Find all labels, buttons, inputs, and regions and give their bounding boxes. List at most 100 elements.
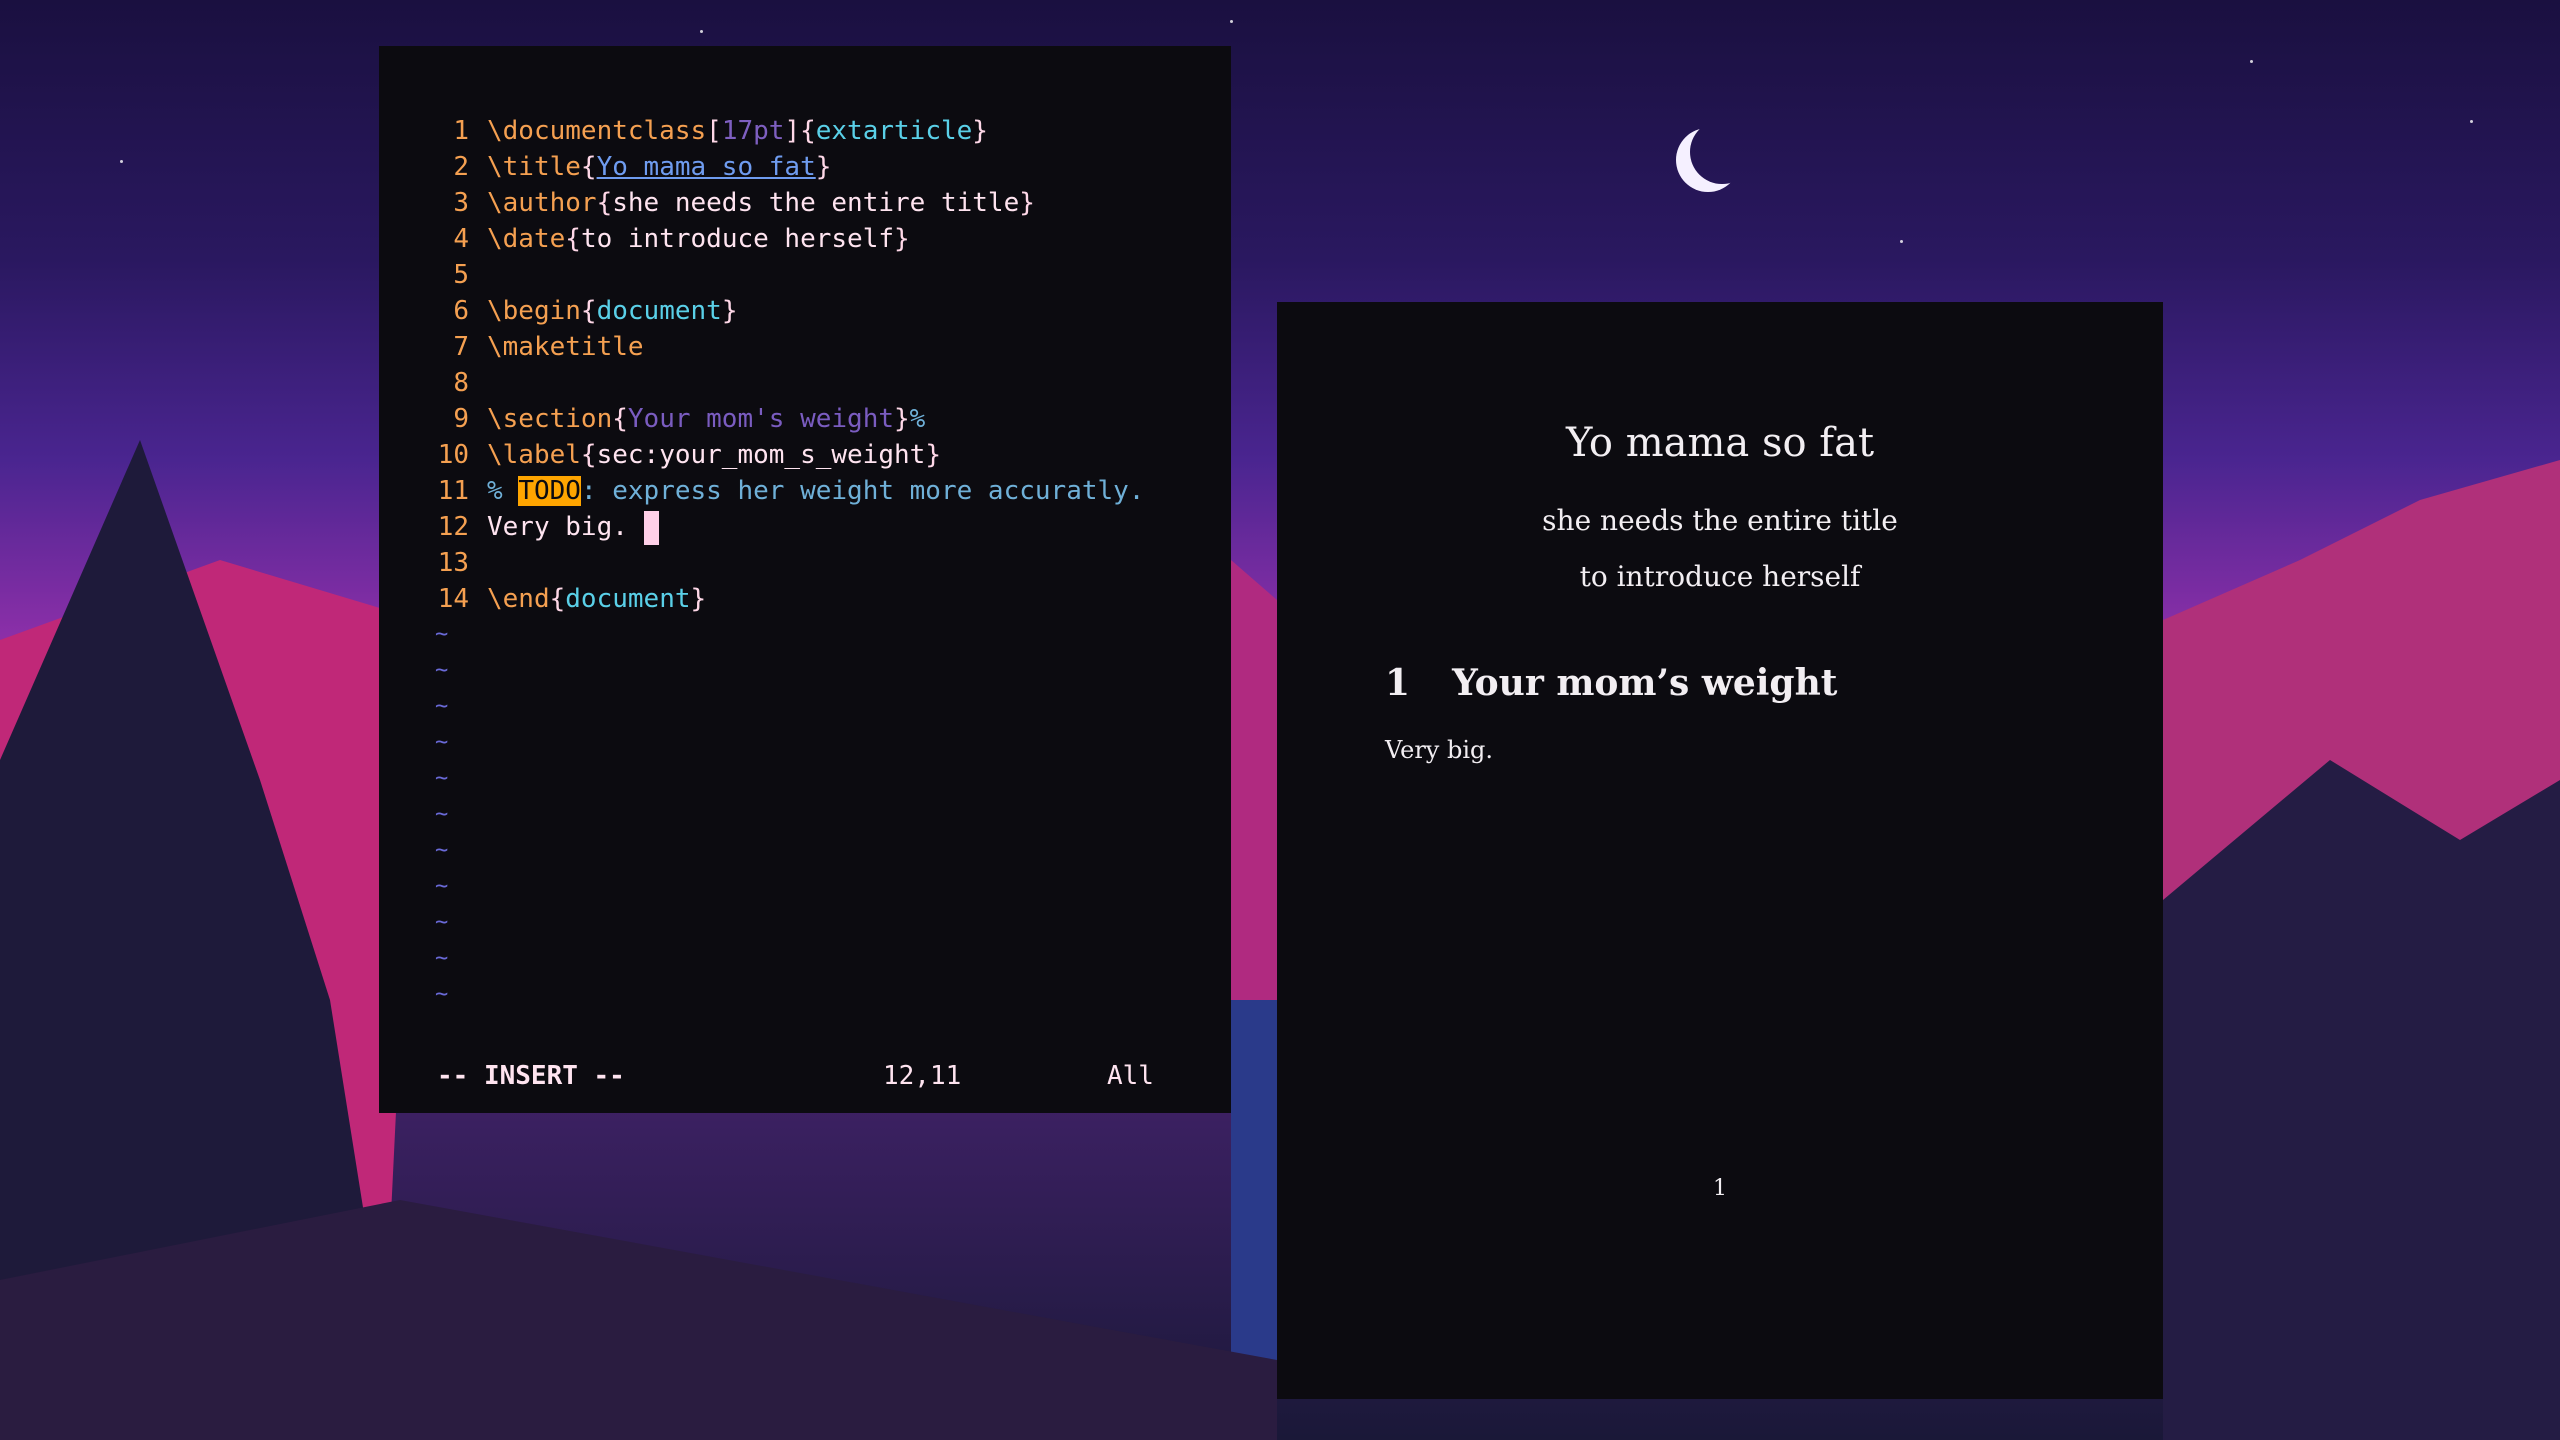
token-title: Yo mama so fat	[596, 152, 816, 182]
line-number: 1	[453, 116, 469, 146]
token-sec: Your mom's weight	[627, 404, 894, 434]
line-number: 11	[437, 476, 469, 506]
token-cmd: \end	[487, 584, 550, 614]
pdf-preview-window[interactable]: Yo mama so fat she needs the entire titl…	[1277, 302, 2163, 1399]
empty-line-tilde: ~	[435, 946, 449, 971]
token-brace: {	[549, 584, 566, 614]
line-number: 10	[437, 440, 469, 470]
code-line[interactable]: 9 \section{Your mom's weight}%	[379, 401, 1231, 437]
token-brace: {	[612, 404, 628, 434]
line-number: 14	[437, 584, 469, 614]
line-content: \begin{document}	[487, 293, 737, 329]
code-line[interactable]: 3 \author{she needs the entire title}	[379, 185, 1231, 221]
token-cmd: \section	[487, 404, 613, 434]
token-brace: {	[565, 224, 581, 254]
line-content: \documentclass[17pt]{extarticle}	[487, 113, 988, 149]
token-brace: [	[706, 116, 722, 146]
code-line[interactable]: 12 Very big.	[379, 509, 1231, 545]
token-brace: {	[596, 188, 613, 218]
code-line[interactable]: 2 \title{Yo mama so fat}	[379, 149, 1231, 185]
token-opt: 17pt	[721, 116, 785, 146]
empty-line-tilde: ~	[435, 910, 449, 935]
token-cmd: \begin	[487, 296, 581, 326]
code-line[interactable]: 7 \maketitle	[379, 329, 1231, 365]
code-line[interactable]: 4 \date{to introduce herself}	[379, 221, 1231, 257]
line-number: 3	[453, 188, 469, 218]
line-content: \title{Yo mama so fat}	[487, 149, 831, 185]
token-brace: }	[972, 116, 988, 146]
empty-line-tilde: ~	[435, 730, 449, 755]
line-content: \author{she needs the entire title}	[487, 185, 1035, 221]
todo-highlight: TODO	[518, 476, 581, 506]
line-number: 13	[437, 548, 469, 578]
code-line[interactable]: 6 \begin{document}	[379, 293, 1231, 329]
empty-line-tilde: ~	[435, 658, 449, 683]
token-brace: }	[894, 224, 910, 254]
token-cmd: \author	[487, 188, 597, 218]
line-number: 8	[453, 368, 469, 398]
line-number: 9	[453, 404, 469, 434]
line-content: \date{to introduce herself}	[487, 221, 910, 257]
page-number: 1	[1713, 1176, 1727, 1201]
section-number: 1	[1385, 662, 1411, 704]
code-line[interactable]: 13	[379, 545, 1231, 581]
document-title: Yo mama so fat	[1565, 420, 1875, 466]
document-author: she needs the entire title	[1542, 504, 1898, 537]
code-line[interactable]: 10 \label{sec:your_mom_s_weight}	[379, 437, 1231, 473]
token-brace: {	[580, 152, 597, 182]
line-content: Very big.	[487, 509, 659, 545]
token-brace: }	[721, 296, 738, 326]
token-brace: }	[894, 404, 910, 434]
code-line[interactable]: 11% TODO: express her weight more accura…	[379, 473, 1231, 509]
line-number: 7	[453, 332, 469, 362]
line-number: 4	[453, 224, 469, 254]
line-content: \section{Your mom's weight}%	[487, 401, 925, 437]
vim-status-line: -- INSERT -- 12,11 All	[437, 1058, 1191, 1094]
token-cmd: \documentclass	[487, 116, 707, 146]
empty-line-tilde: ~	[435, 694, 449, 719]
token-text: she needs the entire title	[612, 188, 1020, 218]
code-line[interactable]: 14 \end{document}	[379, 581, 1231, 617]
empty-line-tilde: ~	[435, 874, 449, 899]
token-brace: }	[925, 440, 941, 470]
line-content: \label{sec:your_mom_s_weight}	[487, 437, 941, 473]
section-title: Your mom’s weight	[1452, 662, 1838, 704]
token-text: sec:your_mom_s_weight	[596, 440, 926, 470]
scroll-position: All	[1107, 1061, 1154, 1091]
line-number: 12	[437, 512, 469, 542]
empty-line-tilde: ~	[435, 802, 449, 827]
vim-editor-window[interactable]: 1 \documentclass[17pt]{extarticle} 2 \title…	[379, 46, 1231, 1113]
empty-line-tilde: ~	[435, 982, 449, 1007]
code-line[interactable]: 1 \documentclass[17pt]{extarticle}	[379, 113, 1231, 149]
line-content: \maketitle	[487, 329, 644, 365]
line-number: 5	[453, 260, 469, 290]
token-brace: }	[690, 584, 707, 614]
token-brace: }	[1019, 188, 1035, 218]
line-number: 2	[453, 152, 469, 182]
text-cursor	[643, 510, 659, 545]
document-date: to introduce herself	[1579, 560, 1861, 593]
token-brace: {	[580, 440, 597, 470]
token-brace: ]{	[784, 116, 816, 146]
empty-line-tilde: ~	[435, 766, 449, 791]
token-text: Very big.	[487, 512, 644, 542]
section-heading: 1 Your mom’s weight	[1385, 662, 1837, 704]
body-text: Very big.	[1385, 736, 1494, 764]
token-com: : express her weight more accuratly.	[580, 476, 1145, 506]
line-number: 6	[453, 296, 469, 326]
token-cmd: \label	[487, 440, 581, 470]
cursor-position: 12,11	[883, 1061, 962, 1091]
token-arg: document	[596, 296, 722, 326]
token-com: %	[487, 476, 519, 506]
token-brace: {	[580, 296, 597, 326]
code-line[interactable]: 5	[379, 257, 1231, 293]
token-com: %	[909, 404, 926, 434]
token-arg: extarticle	[815, 116, 973, 146]
token-arg: document	[565, 584, 691, 614]
code-line[interactable]: 8	[379, 365, 1231, 401]
empty-line-tilde: ~	[435, 838, 449, 863]
mode-indicator: -- INSERT --	[437, 1061, 625, 1091]
line-content: \end{document}	[487, 581, 706, 617]
empty-line-tilde: ~	[435, 622, 449, 647]
token-cmd: \date	[487, 224, 566, 254]
